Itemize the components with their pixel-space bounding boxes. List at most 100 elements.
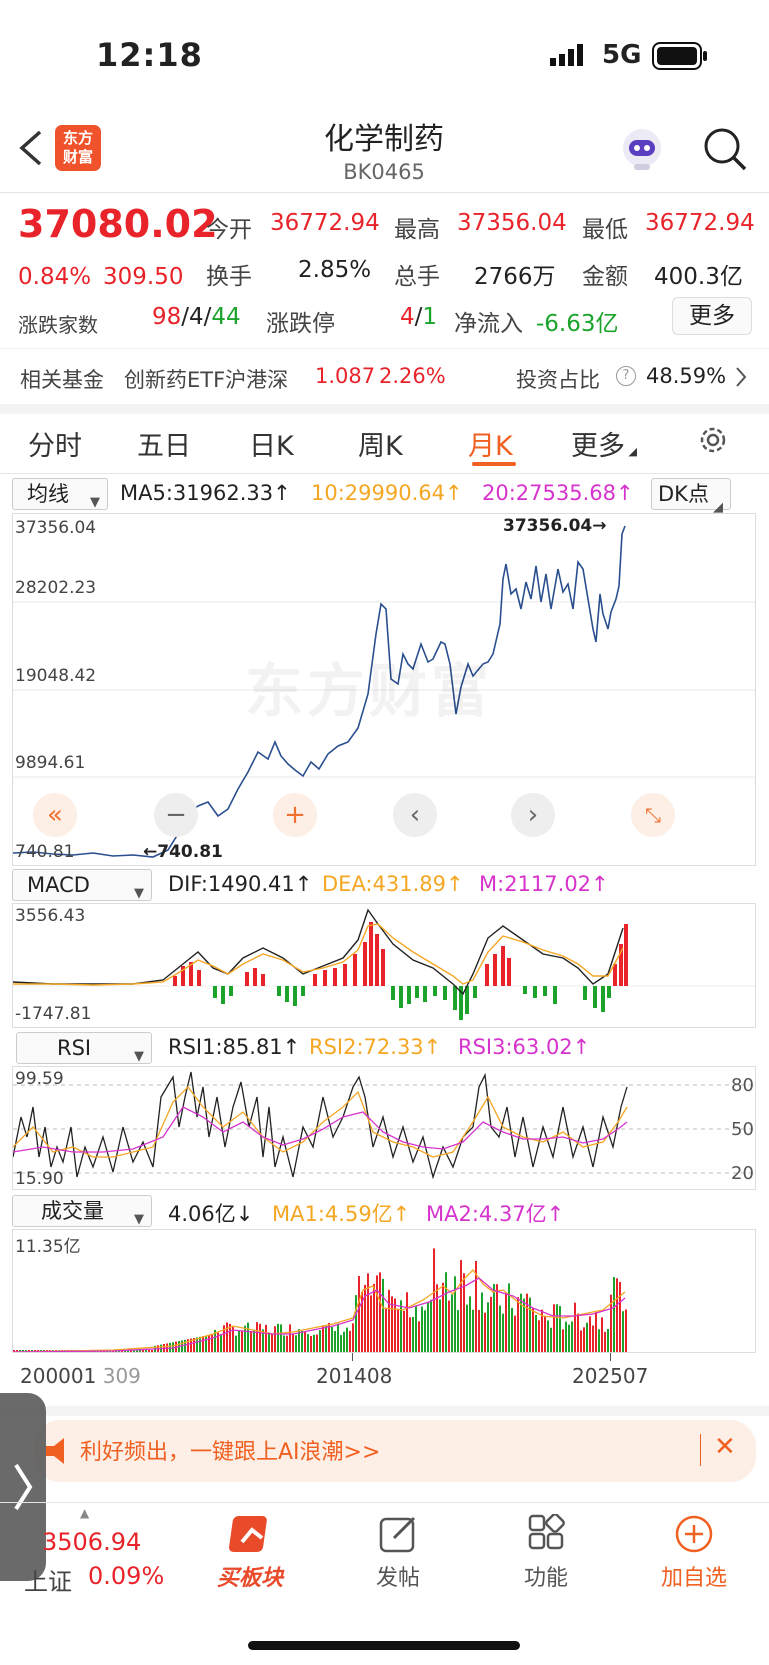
watermark: 东方财富 bbox=[245, 657, 494, 725]
volume-bar bbox=[625, 1309, 627, 1352]
add-watchlist-button[interactable]: 加自选 bbox=[634, 1512, 754, 1598]
volume-bar bbox=[256, 1322, 258, 1352]
volume-bar bbox=[568, 1324, 570, 1352]
volume-bar bbox=[322, 1325, 324, 1352]
volume-bar bbox=[514, 1315, 516, 1352]
x-axis-start: 200001 309 bbox=[20, 1364, 141, 1388]
volume-bar bbox=[145, 1350, 147, 1352]
volume-bar bbox=[460, 1260, 462, 1352]
chevron-right-icon bbox=[734, 366, 748, 392]
tab-monthly-k[interactable]: 月K bbox=[468, 424, 513, 463]
volume-bar bbox=[502, 1313, 504, 1352]
rsi-chart[interactable]: 99.59 15.90 80 50 20 bbox=[12, 1066, 756, 1190]
promo-banner[interactable]: 利好频出，一键跟上AI浪潮>> ✕ bbox=[34, 1420, 756, 1482]
fullscreen-button[interactable]: ⤡ bbox=[631, 793, 675, 837]
volume-value: 2766万 bbox=[474, 264, 556, 290]
search-icon[interactable] bbox=[702, 126, 748, 176]
post-button[interactable]: 发帖 bbox=[338, 1512, 458, 1598]
volume-bar bbox=[439, 1299, 441, 1352]
volume-bar bbox=[421, 1306, 423, 1352]
volume-bar bbox=[268, 1332, 270, 1352]
volume-bar bbox=[613, 1277, 615, 1352]
zoom-in-button[interactable]: + bbox=[273, 793, 317, 837]
volume-bar bbox=[430, 1299, 432, 1352]
volume-bar bbox=[310, 1335, 312, 1352]
dk-point-select[interactable]: DK点 ◢ bbox=[651, 478, 731, 515]
scroll-left-button[interactable]: ‹ bbox=[393, 793, 437, 837]
ratio-label: 投资占比 bbox=[516, 368, 600, 392]
volume-bar bbox=[586, 1322, 588, 1352]
volume-bar bbox=[589, 1316, 591, 1352]
volume-bar bbox=[337, 1323, 339, 1352]
volume-bar bbox=[253, 1329, 255, 1352]
volume-bar bbox=[469, 1296, 471, 1352]
back-icon[interactable] bbox=[16, 128, 44, 172]
volume-bar bbox=[478, 1309, 480, 1352]
fund-price: 1.087 bbox=[315, 364, 376, 388]
volume-bar bbox=[343, 1331, 345, 1352]
more-button[interactable]: 更多 bbox=[672, 297, 752, 335]
kline-high-marker: 37356.04→ bbox=[503, 516, 607, 536]
volume-bar bbox=[265, 1324, 267, 1352]
volume-bar bbox=[199, 1336, 201, 1352]
zoom-out-button[interactable]: − bbox=[154, 793, 198, 837]
open-label: 今开 bbox=[206, 217, 252, 243]
rsi-level-50: 50 bbox=[731, 1119, 754, 1140]
kline-chart[interactable]: 37356.04 28202.23 19048.42 9894.61 740.8… bbox=[12, 513, 756, 866]
volume-bar bbox=[394, 1298, 396, 1352]
volume-bar bbox=[505, 1293, 507, 1352]
rsi2-value: RSI2:72.33↑ bbox=[309, 1035, 442, 1059]
buy-board-button[interactable]: 买板块 bbox=[190, 1512, 310, 1598]
related-fund-row[interactable]: 相关基金 创新药ETF沪港深 1.087 2.26% 投资占比 ? 48.59% bbox=[0, 350, 769, 406]
volume-bar bbox=[466, 1304, 468, 1352]
volume-chart[interactable]: 11.35亿 bbox=[12, 1229, 756, 1353]
tab-intraday[interactable]: 分时 bbox=[28, 424, 82, 463]
rsi3-value: RSI3:63.02↑ bbox=[458, 1035, 591, 1059]
volume-bar bbox=[376, 1275, 378, 1352]
volume-select[interactable]: 成交量 ▼ bbox=[12, 1195, 152, 1227]
rsi-select[interactable]: RSI ▼ bbox=[16, 1032, 152, 1064]
volume-bar bbox=[340, 1335, 342, 1352]
buy-board-icon bbox=[228, 1512, 274, 1560]
help-icon[interactable]: ? bbox=[616, 366, 636, 386]
rsi1-value: RSI1:85.81↑ bbox=[168, 1035, 301, 1059]
volume-ma2: MA2:4.37亿↑ bbox=[426, 1202, 565, 1226]
functions-button[interactable]: 功能 bbox=[486, 1512, 606, 1598]
ratio-value: 48.59% bbox=[646, 364, 727, 388]
battery-icon bbox=[652, 42, 708, 74]
volume-bar bbox=[409, 1317, 411, 1352]
volume-bar bbox=[259, 1323, 261, 1352]
tab-five-day[interactable]: 五日 bbox=[137, 424, 191, 463]
settings-gear-icon[interactable] bbox=[696, 423, 730, 461]
macd-select[interactable]: MACD ▼ bbox=[12, 869, 152, 901]
post-label: 发帖 bbox=[375, 1566, 420, 1591]
volume-bar bbox=[352, 1323, 354, 1352]
fund-pct: 2.26% bbox=[379, 364, 446, 388]
volume-bar bbox=[385, 1308, 387, 1352]
home-indicator[interactable] bbox=[248, 1641, 520, 1650]
amount-label: 金额 bbox=[582, 264, 628, 290]
volume-bar bbox=[235, 1335, 237, 1352]
volume-bar bbox=[607, 1329, 609, 1352]
board-code: BK0465 bbox=[343, 160, 425, 184]
tab-daily-k[interactable]: 日K bbox=[249, 424, 294, 463]
volume-bar bbox=[481, 1292, 483, 1352]
limit-counts: 4/1 bbox=[400, 304, 438, 330]
macd-chart[interactable]: 3556.43 -1747.81 bbox=[12, 903, 756, 1028]
volume-bar bbox=[271, 1333, 273, 1352]
volume-bar bbox=[277, 1323, 279, 1352]
volume-bar bbox=[367, 1273, 369, 1352]
volume-bar bbox=[283, 1335, 285, 1352]
tab-more[interactable]: 更多 ◢ bbox=[571, 424, 637, 463]
volume-bar bbox=[484, 1312, 486, 1352]
ma-select[interactable]: 均线 ▼ bbox=[12, 478, 108, 510]
tab-weekly-k[interactable]: 周K bbox=[358, 424, 403, 463]
scroll-right-button[interactable]: › bbox=[511, 793, 555, 837]
robot-assistant-icon[interactable] bbox=[618, 126, 666, 178]
volume-bar bbox=[559, 1306, 561, 1352]
volume-bar bbox=[544, 1316, 546, 1352]
kline-y-top: 37356.04 bbox=[15, 518, 97, 538]
banner-close-icon[interactable]: ✕ bbox=[714, 1432, 736, 1462]
index-ticker[interactable]: ▲ 3506.94 上证 0.09% bbox=[24, 1506, 184, 1596]
scroll-left-fast-button[interactable]: « bbox=[33, 793, 77, 837]
